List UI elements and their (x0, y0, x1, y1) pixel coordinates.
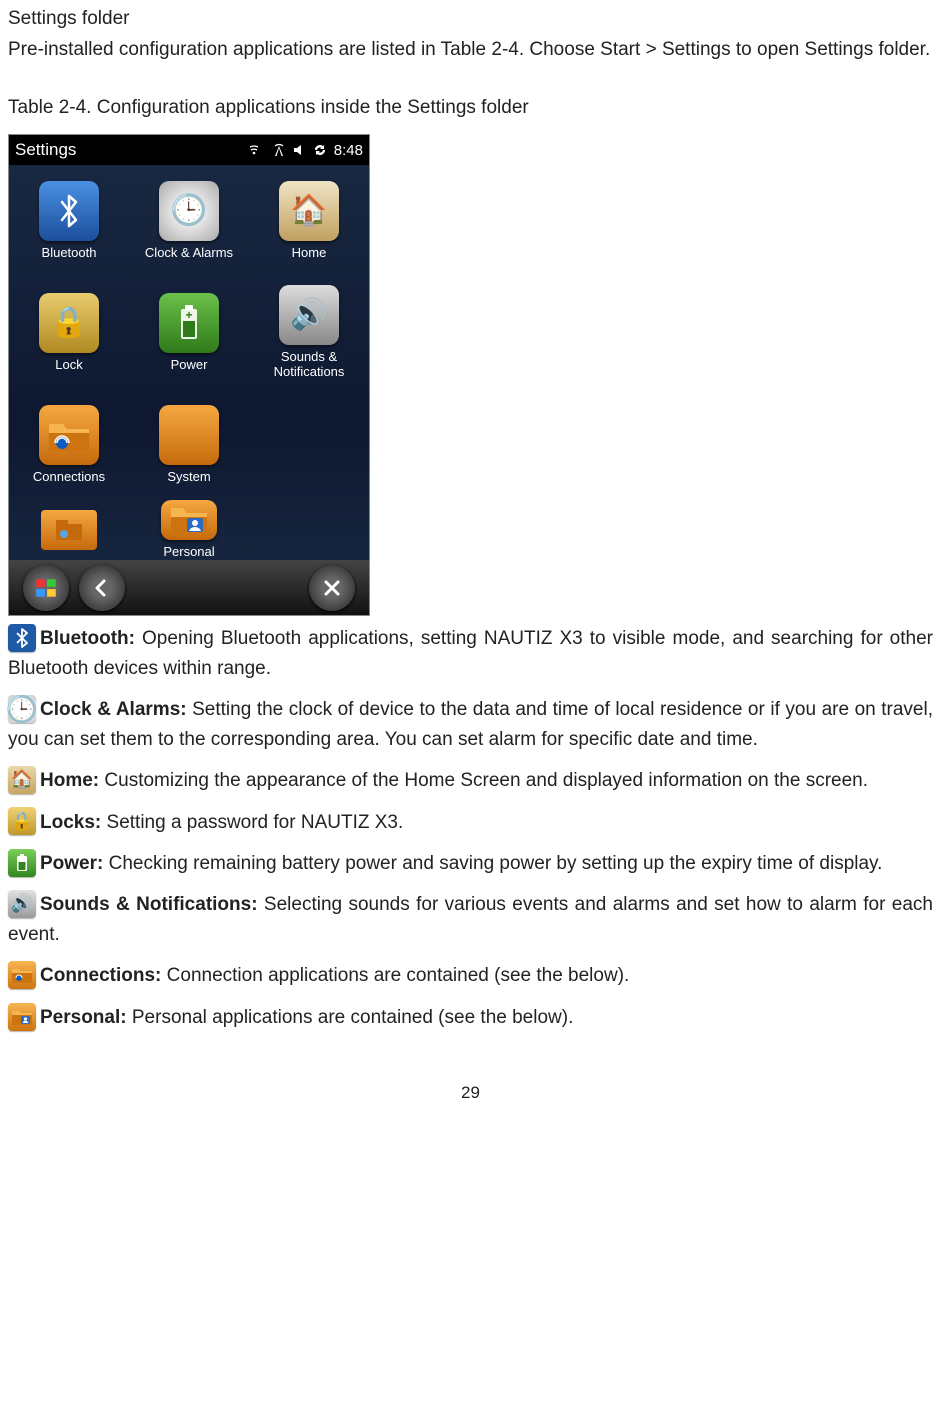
item-title: Connections: (40, 965, 161, 986)
clock-icon: 🕒 (159, 181, 219, 241)
clock-icon: 🕒 (8, 695, 36, 723)
personal-folder-icon (161, 500, 217, 540)
folder-icon (54, 518, 84, 542)
home-icon: 🏠 (279, 181, 339, 241)
signal-icon (250, 143, 266, 157)
desc-personal: Personal: Personal applications are cont… (8, 1003, 933, 1032)
app-label: Clock & Alarms (141, 246, 237, 261)
desc-connections: Connections: Connection applications are… (8, 961, 933, 990)
desc-locks: 🔒Locks: Setting a password for NAUTIZ X3… (8, 808, 933, 837)
nav-bar (9, 560, 369, 615)
app-system[interactable]: System (129, 389, 249, 501)
app-label: Personal (159, 545, 218, 560)
app-label: Lock (51, 358, 86, 373)
bluetooth-icon (39, 181, 99, 241)
app-placeholder (9, 500, 129, 560)
item-desc: Opening Bluetooth applications, setting … (8, 628, 933, 678)
lock-icon: 🔒 (39, 293, 99, 353)
item-title: Locks: (40, 812, 101, 833)
svg-text:+: + (185, 308, 192, 322)
clock-text: 8:48 (334, 139, 363, 162)
app-label: System (163, 470, 214, 485)
item-desc: Customizing the appearance of the Home S… (99, 770, 868, 791)
app-label: Power (167, 358, 212, 373)
home-icon: 🏠 (8, 766, 36, 794)
close-button[interactable] (309, 565, 355, 611)
battery-icon: + (159, 293, 219, 353)
start-button[interactable] (23, 565, 69, 611)
item-desc: Setting a password for NAUTIZ X3. (101, 812, 403, 833)
app-power[interactable]: + Power (129, 277, 249, 389)
app-sounds[interactable]: 🔊 Sounds & Notifications (249, 277, 369, 389)
intro-text: Pre-installed configuration applications… (8, 35, 933, 64)
app-connections[interactable]: Connections (9, 389, 129, 501)
item-title: Clock & Alarms: (40, 699, 187, 720)
battery-icon (8, 849, 36, 877)
item-title: Power: (40, 853, 103, 874)
volume-icon (292, 143, 306, 157)
antenna-icon (272, 143, 286, 157)
app-label: Connections (29, 470, 109, 485)
status-bar: Settings 8:48 (9, 135, 369, 165)
bluetooth-icon (8, 624, 36, 652)
app-label: Home (288, 246, 331, 261)
item-title: Personal: (40, 1007, 127, 1028)
item-desc: Personal applications are contained (see… (127, 1007, 574, 1028)
page-heading: Settings folder (8, 4, 933, 33)
page-number: 29 (8, 1080, 933, 1106)
connections-folder-icon (8, 961, 36, 989)
app-lock[interactable]: 🔒 Lock (9, 277, 129, 389)
desc-sounds: 🔊Sounds & Notifications: Selecting sound… (8, 890, 933, 949)
table-title: Table 2-4. Configuration applications in… (8, 93, 933, 122)
item-desc: Connection applications are contained (s… (161, 965, 629, 986)
personal-folder-icon (8, 1003, 36, 1031)
desc-bluetooth: Bluetooth: Opening Bluetooth application… (8, 624, 933, 683)
speaker-icon: 🔊 (8, 890, 36, 918)
app-label: Sounds & Notifications (249, 350, 369, 380)
back-button[interactable] (79, 565, 125, 611)
app-label: Bluetooth (38, 246, 101, 261)
app-personal[interactable]: Personal (129, 500, 249, 560)
app-clock-alarms[interactable]: 🕒 Clock & Alarms (129, 165, 249, 277)
item-title: Home: (40, 770, 99, 791)
connections-folder-icon (39, 405, 99, 465)
item-title: Sounds & Notifications: (40, 894, 258, 915)
settings-screenshot: Settings 8:48 Bluetooth 🕒 Clo (8, 134, 370, 616)
app-home[interactable]: 🏠 Home (249, 165, 369, 277)
desc-power: Power: Checking remaining battery power … (8, 849, 933, 878)
lock-icon: 🔒 (8, 807, 36, 835)
desc-clock-alarms: 🕒Clock & Alarms: Setting the clock of de… (8, 695, 933, 754)
system-folder-icon (159, 405, 219, 465)
sync-icon (312, 143, 328, 157)
speaker-icon: 🔊 (279, 285, 339, 345)
item-desc: Checking remaining battery power and sav… (103, 853, 882, 874)
app-bluetooth[interactable]: Bluetooth (9, 165, 129, 277)
desc-home: 🏠Home: Customizing the appearance of the… (8, 766, 933, 795)
status-icons: 8:48 (250, 139, 363, 162)
screen-title: Settings (15, 137, 76, 163)
item-title: Bluetooth: (40, 628, 135, 649)
